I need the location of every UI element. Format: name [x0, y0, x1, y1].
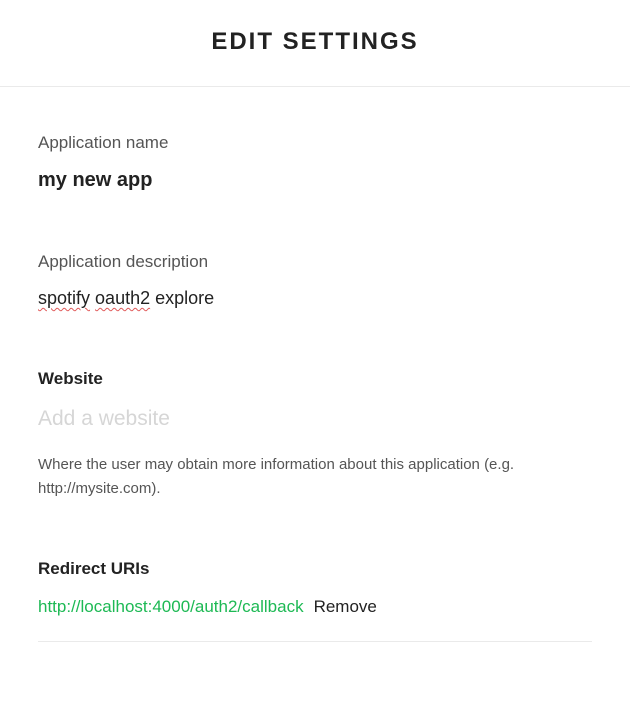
dialog-title: EDIT SETTINGS	[0, 28, 630, 56]
app-name-label: Application name	[38, 133, 592, 153]
app-description-label: Application description	[38, 252, 592, 272]
desc-word-spellerror: oauth2	[95, 288, 150, 308]
redirect-uris-label: Redirect URIs	[38, 559, 592, 579]
app-description-group: Application description spotify oauth2 e…	[38, 252, 592, 309]
app-name-group: Application name	[38, 133, 592, 192]
redirect-uri-row: http://localhost:4000/auth2/callback Rem…	[38, 597, 592, 617]
desc-word: explore	[155, 288, 214, 308]
website-help-text: Where the user may obtain more informati…	[38, 453, 592, 501]
redirect-uri-link[interactable]: http://localhost:4000/auth2/callback	[38, 597, 304, 617]
dialog-content: Application name Application description…	[0, 87, 630, 642]
app-name-input[interactable]	[38, 169, 592, 192]
divider	[38, 641, 592, 642]
website-input[interactable]	[38, 407, 592, 431]
remove-uri-button[interactable]: Remove	[314, 597, 377, 617]
website-group: Website Where the user may obtain more i…	[38, 369, 592, 501]
desc-word-spellerror: spotify	[38, 288, 90, 308]
redirect-uris-group: Redirect URIs http://localhost:4000/auth…	[38, 559, 592, 642]
website-label: Website	[38, 369, 592, 389]
app-description-input[interactable]: spotify oauth2 explore	[38, 288, 592, 309]
dialog-header: EDIT SETTINGS	[0, 0, 630, 87]
